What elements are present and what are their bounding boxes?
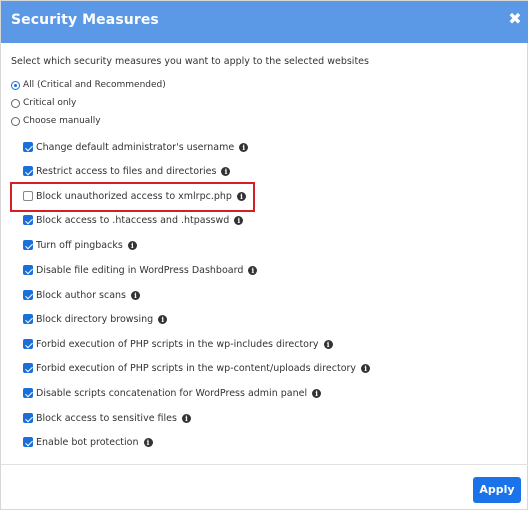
checkbox[interactable] (23, 413, 33, 423)
measure-label: Enable bot protection (36, 436, 139, 448)
info-icon[interactable]: i (181, 413, 191, 423)
info-icon[interactable]: i (312, 388, 322, 398)
info-icon[interactable]: i (127, 240, 137, 250)
radio-option-critical[interactable]: Critical only (11, 96, 76, 110)
measure-item-enable-bot-protection[interactable]: Enable bot protection i (23, 434, 153, 450)
info-icon[interactable]: i (221, 166, 231, 176)
measure-item-block-author-scans[interactable]: Block author scans i (23, 287, 141, 303)
checkbox[interactable] (23, 240, 33, 250)
info-icon[interactable]: i (239, 142, 249, 152)
measure-label: Block author scans (36, 289, 127, 301)
measure-label: Change default administrator's username (36, 141, 235, 153)
checkbox[interactable] (23, 314, 33, 324)
dialog-header: Security Measures ✖ (1, 1, 528, 43)
radio-option-all[interactable]: All (Critical and Recommended) (11, 78, 166, 92)
checkbox[interactable] (23, 388, 33, 398)
measure-label: Block access to sensitive files (36, 412, 177, 424)
measure-label: Block directory browsing (36, 313, 154, 325)
info-icon[interactable]: i (234, 215, 244, 225)
measure-item-disable-scripts-concatenation[interactable]: Disable scripts concatenation for WordPr… (23, 385, 322, 401)
security-measures-dialog: Security Measures ✖ Select which securit… (0, 0, 528, 510)
radio-button[interactable] (11, 116, 20, 126)
close-icon[interactable]: ✖ (508, 11, 522, 27)
checkbox[interactable] (23, 363, 33, 373)
radio-option-manual[interactable]: Choose manually (11, 114, 101, 128)
radio-button[interactable] (11, 80, 20, 90)
checkbox[interactable] (23, 166, 33, 176)
checkbox[interactable] (23, 339, 33, 349)
checkbox[interactable] (23, 265, 33, 275)
info-icon[interactable]: i (131, 290, 141, 300)
checkbox[interactable] (23, 290, 33, 300)
info-icon[interactable]: i (143, 437, 153, 447)
dialog-title: Security Measures (11, 12, 159, 28)
measure-item-block-htaccess[interactable]: Block access to .htaccess and .htpasswd … (23, 212, 244, 228)
measure-item-forbid-php-wp-includes[interactable]: Forbid execution of PHP scripts in the w… (23, 336, 333, 352)
radio-label: Choose manually (23, 116, 101, 126)
checkbox[interactable] (23, 142, 33, 152)
measure-label: Turn off pingbacks (36, 239, 123, 251)
measure-item-change-admin-username[interactable]: Change default administrator's username … (23, 139, 249, 155)
measure-item-disable-file-editing[interactable]: Disable file editing in WordPress Dashbo… (23, 262, 258, 278)
measure-label: Forbid execution of PHP scripts in the w… (36, 338, 319, 350)
checkbox[interactable] (23, 215, 33, 225)
info-icon[interactable]: i (323, 339, 333, 349)
measure-item-forbid-php-uploads[interactable]: Forbid execution of PHP scripts in the w… (23, 360, 371, 376)
radio-label: Critical only (23, 98, 77, 108)
highlight-box (10, 182, 255, 212)
info-icon[interactable]: i (158, 314, 168, 324)
measure-label: Forbid execution of PHP scripts in the w… (36, 362, 357, 374)
measure-item-block-sensitive-files[interactable]: Block access to sensitive files i (23, 410, 191, 426)
radio-button[interactable] (11, 98, 20, 108)
measure-item-block-directory-browsing[interactable]: Block directory browsing i (23, 311, 168, 327)
measure-item-restrict-access[interactable]: Restrict access to files and directories… (23, 163, 231, 179)
apply-button[interactable]: Apply (473, 477, 521, 503)
footer-divider (1, 464, 528, 465)
info-icon[interactable]: i (361, 363, 371, 373)
intro-text: Select which security measures you want … (11, 56, 369, 67)
measure-label: Block access to .htaccess and .htpasswd (36, 214, 230, 226)
radio-label: All (Critical and Recommended) (23, 80, 166, 90)
measure-label: Disable file editing in WordPress Dashbo… (36, 264, 244, 276)
measure-item-turn-off-pingbacks[interactable]: Turn off pingbacks i (23, 237, 137, 253)
checkbox[interactable] (23, 437, 33, 447)
measure-label: Disable scripts concatenation for WordPr… (36, 387, 308, 399)
measure-label: Restrict access to files and directories (36, 165, 217, 177)
info-icon[interactable]: i (248, 265, 258, 275)
